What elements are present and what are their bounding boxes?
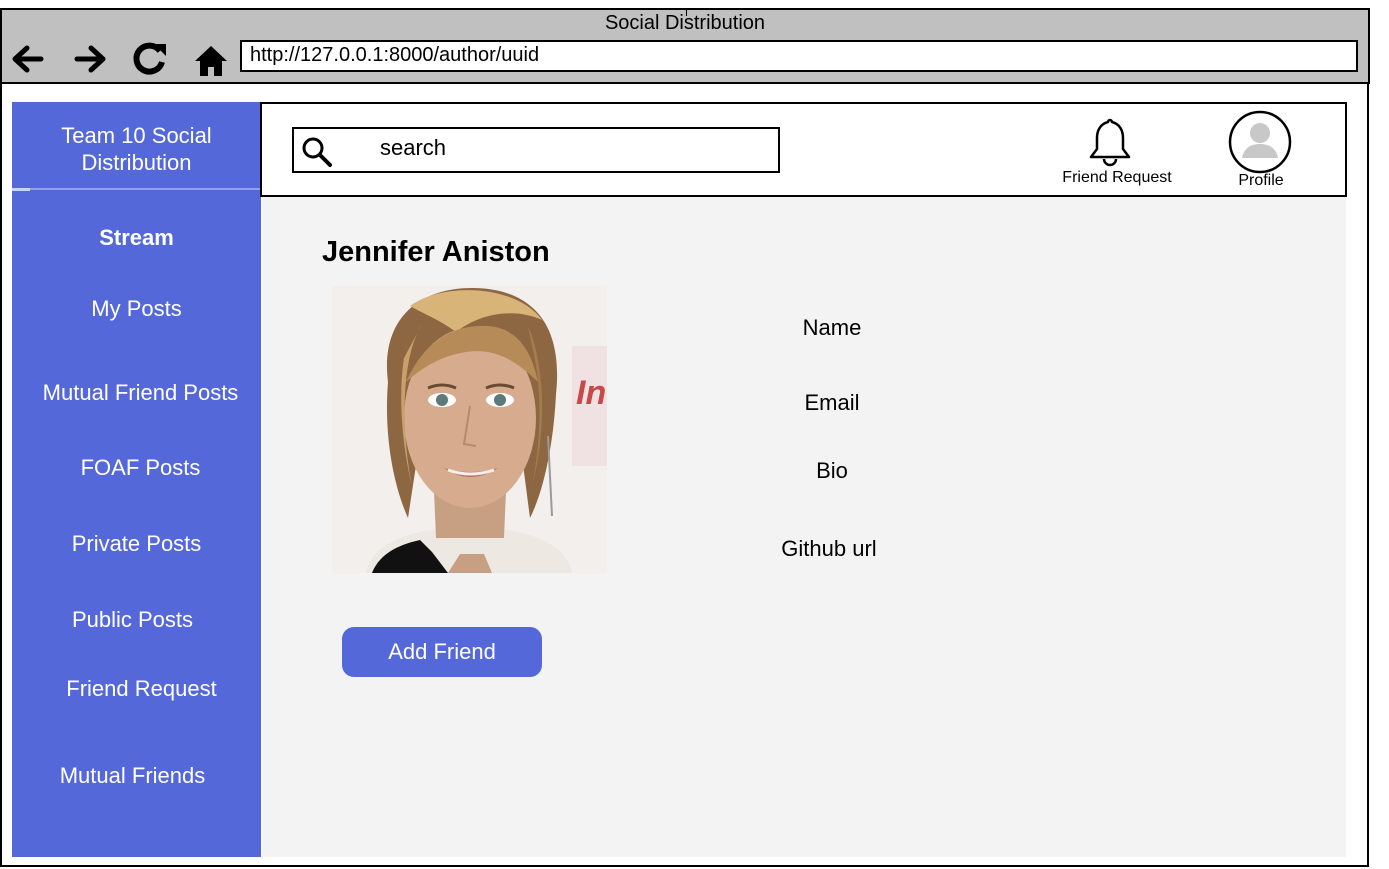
sidebar-item-mutual-friends[interactable]: Mutual Friends bbox=[8, 763, 257, 789]
profile-button[interactable]: Profile bbox=[1212, 110, 1312, 194]
author-name: Jennifer Aniston bbox=[322, 236, 550, 268]
search-placeholder: search bbox=[380, 135, 447, 160]
sidebar: Team 10 Social Distribution Stream My Po… bbox=[12, 102, 261, 857]
top-bar: search Friend Request Profile bbox=[260, 102, 1347, 197]
field-github-url: Github url bbox=[781, 536, 877, 561]
profile-label: Profile bbox=[1238, 172, 1284, 189]
field-bio: Bio bbox=[816, 458, 848, 483]
browser-titlebar: Social Distribution http://127.0.0.1:800… bbox=[0, 8, 1370, 84]
add-friend-button[interactable]: Add Friend bbox=[342, 627, 542, 677]
svg-text:In: In bbox=[576, 374, 606, 412]
sidebar-item-private-posts[interactable]: Private Posts bbox=[12, 531, 261, 557]
bell-icon bbox=[1089, 118, 1131, 167]
author-photo: In bbox=[332, 286, 607, 573]
field-email: Email bbox=[804, 390, 860, 415]
main-content: Jennifer Aniston In Name Email Bio Githu… bbox=[262, 197, 1346, 857]
sidebar-item-foaf-posts[interactable]: FOAF Posts bbox=[16, 455, 265, 481]
sidebar-item-my-posts[interactable]: My Posts bbox=[12, 296, 261, 322]
friend-request-button[interactable]: Friend Request bbox=[1052, 116, 1182, 196]
brand-title: Team 10 Social Distribution bbox=[61, 123, 212, 175]
field-name: Name bbox=[802, 315, 862, 340]
refresh-icon[interactable] bbox=[130, 40, 168, 78]
window-title: Social Distribution bbox=[604, 12, 766, 34]
sidebar-item-mutual-friend-posts[interactable]: Mutual Friend Posts bbox=[16, 380, 265, 406]
arrow-right-icon[interactable] bbox=[72, 40, 110, 78]
arrow-left-icon[interactable] bbox=[8, 40, 46, 78]
sidebar-item-public-posts[interactable]: Public Posts bbox=[8, 607, 257, 633]
brand-divider bbox=[12, 188, 261, 190]
search-input[interactable]: search bbox=[292, 127, 780, 173]
sidebar-item-stream[interactable]: Stream bbox=[12, 225, 261, 251]
brand-divider-accent bbox=[12, 188, 30, 191]
url-bar[interactable]: http://127.0.0.1:8000/author/uuid bbox=[240, 40, 1358, 72]
home-icon[interactable] bbox=[192, 40, 230, 78]
friend-request-label: Friend Request bbox=[1062, 169, 1172, 186]
search-icon bbox=[302, 137, 332, 167]
sidebar-item-friend-request[interactable]: Friend Request bbox=[17, 676, 266, 702]
avatar-icon bbox=[1228, 110, 1292, 174]
author-photo-image: In bbox=[332, 286, 607, 573]
